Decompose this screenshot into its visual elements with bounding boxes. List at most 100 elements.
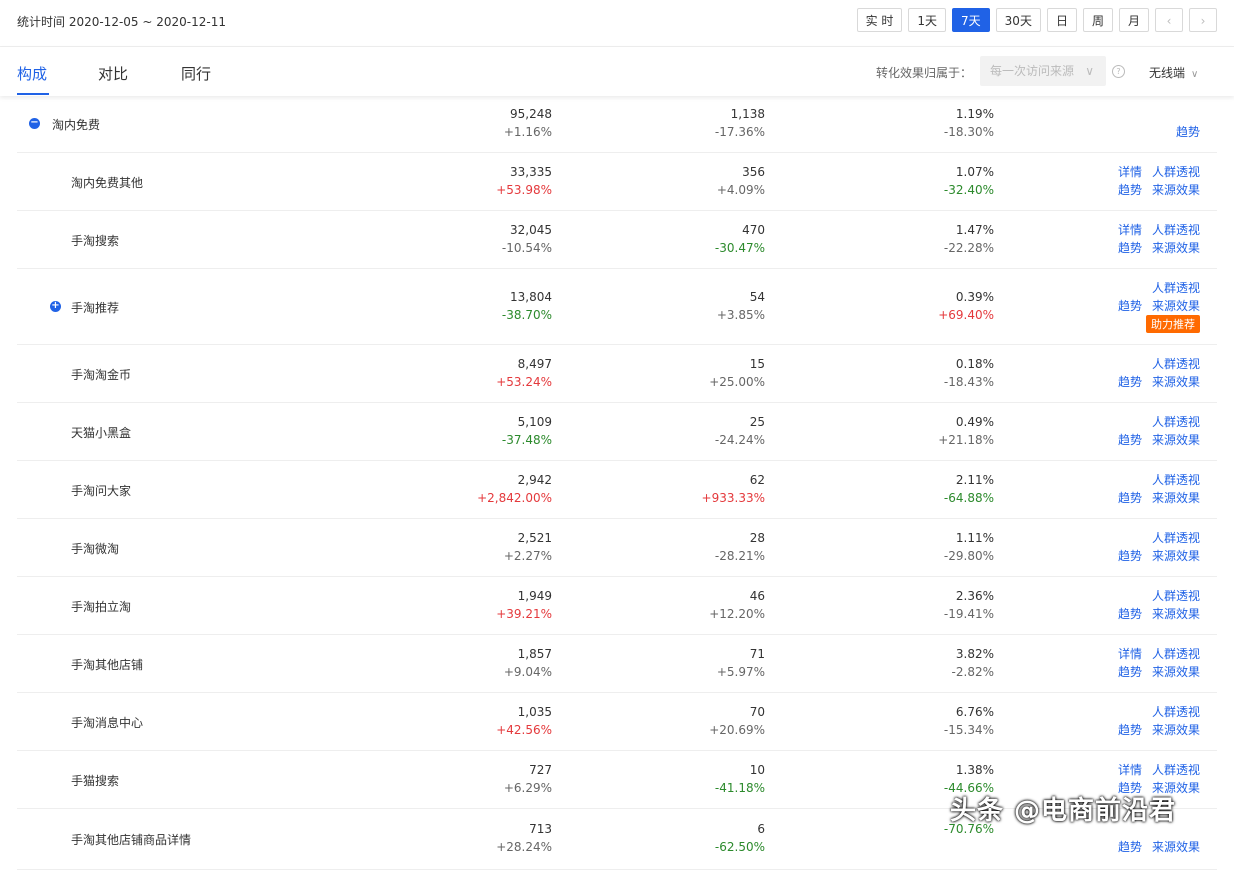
tab-peers[interactable]: 同行: [181, 63, 211, 84]
action-link[interactable]: 人群透视: [1152, 473, 1200, 487]
action-link[interactable]: 来源效果: [1152, 723, 1200, 737]
action-link[interactable]: 来源效果: [1152, 183, 1200, 197]
action-link[interactable]: 来源效果: [1152, 665, 1200, 679]
attribution-select[interactable]: 每一次访问来源 ∨: [980, 56, 1106, 86]
source-name: 手淘推荐: [71, 300, 120, 315]
metric-value: 0.39%: [955, 289, 994, 304]
table-row: 手淘其他店铺 1,857 +9.04% 71 +5.97% 3.82% -2.8…: [17, 635, 1217, 693]
metric-cell: 28 -28.21%: [565, 529, 765, 565]
metric-cell: 25 -24.24%: [565, 413, 765, 449]
action-link[interactable]: 人群透视: [1152, 223, 1200, 237]
metric-value: 470: [742, 222, 765, 237]
metric-value: 70: [749, 704, 765, 719]
action-link[interactable]: 人群透视: [1152, 165, 1200, 179]
table-row: 天猫小黑盒 5,109 -37.48% 25 -24.24% 0.49% +21…: [17, 403, 1217, 461]
metric-value: 2.36%: [955, 588, 994, 603]
action-link[interactable]: 人群透视: [1152, 589, 1200, 603]
row-actions: 人群透视 趋势 来源效果: [1080, 529, 1200, 565]
action-link[interactable]: 来源效果: [1152, 491, 1200, 505]
source-name: 手淘微淘: [71, 541, 120, 556]
action-link[interactable]: 来源效果: [1152, 375, 1200, 389]
metric-value: 71: [749, 646, 765, 661]
action-link[interactable]: 趋势: [1118, 607, 1142, 621]
action-link[interactable]: 来源效果: [1152, 241, 1200, 255]
range-button[interactable]: 周: [1082, 8, 1113, 32]
action-link[interactable]: 人群透视: [1152, 647, 1200, 661]
metric-cell: 1.47% -22.28%: [794, 221, 994, 257]
action-link[interactable]: 趋势: [1176, 125, 1200, 139]
action-link[interactable]: 趋势: [1118, 183, 1142, 197]
action-link[interactable]: 人群透视: [1152, 763, 1200, 777]
row-actions: 详情 人群透视 趋势 来源效果: [1080, 645, 1200, 681]
metric-value: 46: [749, 588, 765, 603]
range-button[interactable]: 1天: [908, 8, 947, 32]
action-link[interactable]: 详情: [1118, 223, 1142, 237]
metric-value: 62: [749, 472, 765, 487]
expand-icon[interactable]: +: [50, 300, 61, 312]
help-icon[interactable]: ?: [1112, 65, 1125, 78]
metric-value: 713: [529, 822, 552, 836]
range-button[interactable]: 日: [1046, 8, 1077, 32]
row-actions: 详情 人群透视 趋势 来源效果: [1080, 221, 1200, 257]
action-link[interactable]: 来源效果: [1152, 299, 1200, 313]
action-link[interactable]: 人群透视: [1152, 281, 1200, 295]
action-link[interactable]: 趋势: [1118, 840, 1142, 854]
chevron-left-icon[interactable]: ‹: [1155, 8, 1183, 32]
metric-cell: 6.76% -15.34%: [794, 703, 994, 739]
action-link[interactable]: 趋势: [1118, 491, 1142, 505]
range-button[interactable]: 30天: [995, 8, 1041, 32]
action-link[interactable]: 趋势: [1118, 299, 1142, 313]
action-link[interactable]: 趋势: [1118, 723, 1142, 737]
stat-time: 统计时间 2020-12-05 ~ 2020-12-11: [17, 15, 226, 29]
metric-cell: 713 +28.24%: [352, 820, 552, 856]
action-link[interactable]: 趋势: [1118, 665, 1142, 679]
action-link[interactable]: 人群透视: [1152, 357, 1200, 371]
metric-value: 5,109: [517, 414, 552, 429]
table-row: 淘内免费其他 33,335 +53.98% 356 +4.09% 1.07% -…: [17, 153, 1217, 211]
action-link[interactable]: 趋势: [1118, 375, 1142, 389]
tab-composition[interactable]: 构成: [17, 63, 47, 84]
action-link[interactable]: 详情: [1118, 165, 1142, 179]
tabs-bar: 构成 对比 同行 转化效果归属于： 每一次访问来源 ∨ ? 无线端 ∨: [0, 47, 1234, 96]
metric-cell: 0.49% +21.18%: [794, 413, 994, 449]
metric-value: 33,335: [510, 164, 552, 179]
action-link[interactable]: 趋势: [1118, 549, 1142, 563]
source-name: 手猫搜索: [71, 773, 120, 788]
action-link[interactable]: 人群透视: [1152, 415, 1200, 429]
range-button[interactable]: 7天: [952, 8, 990, 32]
metric-change: -64.88%: [943, 490, 994, 505]
action-link[interactable]: 人群透视: [1152, 531, 1200, 545]
metric-cell: 32,045 -10.54%: [352, 221, 552, 257]
range-button[interactable]: 月: [1118, 8, 1149, 32]
metric-value: 0.18%: [955, 356, 994, 371]
source-name: 淘内免费其他: [71, 175, 144, 190]
metric-cell: 1,035 +42.56%: [352, 703, 552, 739]
metric-value: 28: [749, 530, 765, 545]
action-link[interactable]: 来源效果: [1152, 549, 1200, 563]
metric-cell: 1.19% -18.30%: [794, 105, 994, 141]
action-link[interactable]: 人群透视: [1152, 705, 1200, 719]
tab-compare[interactable]: 对比: [98, 63, 128, 84]
device-select[interactable]: 无线端 ∨: [1149, 64, 1198, 81]
chevron-right-icon[interactable]: ›: [1189, 8, 1217, 32]
collapse-icon[interactable]: −: [29, 118, 40, 129]
metric-value: 2,942: [517, 472, 552, 487]
metric-change: -37.48%: [501, 432, 552, 447]
metric-value: 1,857: [517, 646, 552, 661]
action-link[interactable]: 趋势: [1118, 241, 1142, 255]
metric-cell: 13,804 -38.70%: [352, 288, 552, 324]
metric-change: +25.00%: [709, 374, 765, 389]
action-link[interactable]: 来源效果: [1152, 433, 1200, 447]
action-link[interactable]: 详情: [1118, 763, 1142, 777]
action-link[interactable]: 详情: [1118, 647, 1142, 661]
boost-badge[interactable]: 助力推荐: [1146, 315, 1200, 333]
action-link[interactable]: 来源效果: [1152, 607, 1200, 621]
source-name: 手淘淘金币: [71, 367, 132, 382]
metric-change: -10.54%: [501, 240, 552, 255]
metric-value: 1.07%: [955, 164, 994, 179]
action-link[interactable]: 趋势: [1118, 433, 1142, 447]
metric-change: +12.20%: [709, 606, 765, 621]
metric-change: -15.34%: [943, 722, 994, 737]
range-button[interactable]: 实 时: [856, 8, 903, 32]
action-link[interactable]: 来源效果: [1152, 840, 1200, 854]
